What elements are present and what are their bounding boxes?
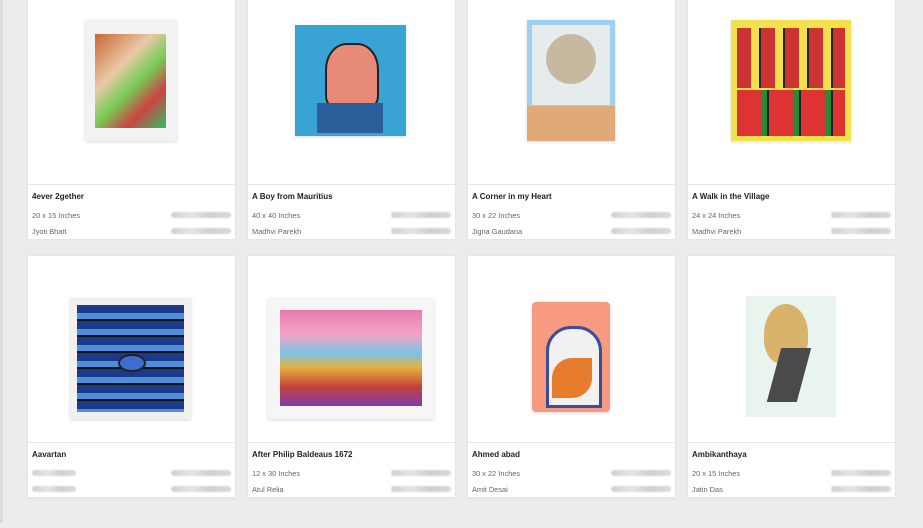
artwork-thumbnail-area[interactable] <box>688 0 895 185</box>
artwork-size: 20 x 15 Inches <box>32 210 81 220</box>
blurred-info <box>391 486 451 492</box>
artwork-title[interactable]: Ambikanthaya <box>692 449 891 465</box>
blurred-artist <box>32 486 76 492</box>
artist-name[interactable]: Jatin Das <box>692 485 723 494</box>
artwork-card[interactable]: A Walk in the Village 24 x 24 Inches Mad… <box>688 0 895 239</box>
artist-name[interactable]: Jigna Gaudana <box>472 227 522 236</box>
artwork-thumbnail-area[interactable] <box>688 256 895 443</box>
artwork-image[interactable] <box>85 20 177 141</box>
artwork-card[interactable]: A Boy from Mauritius 40 x 40 Inches Madh… <box>248 0 455 239</box>
artwork-image[interactable] <box>527 20 615 141</box>
artwork-grid: 4ever 2gether 20 x 15 Inches Jyoti Bhatt… <box>0 0 923 528</box>
artist-name[interactable]: Madhvi Parekh <box>692 227 741 236</box>
blurred-info <box>611 228 671 234</box>
artwork-size: 20 x 15 Inches <box>692 468 741 478</box>
blurred-price <box>611 212 671 218</box>
blurred-size <box>32 470 76 476</box>
artwork-size: 24 x 24 Inches <box>692 210 741 220</box>
artwork-image[interactable] <box>746 296 836 417</box>
artwork-card[interactable]: Aavartan <box>28 256 235 497</box>
artwork-image[interactable] <box>731 20 851 141</box>
artwork-title[interactable]: A Boy from Mauritius <box>252 191 451 207</box>
artwork-size: 12 x 30 Inches <box>252 468 301 478</box>
artist-name[interactable]: Jyoti Bhatt <box>32 227 67 236</box>
artist-name[interactable]: Amit Desai <box>472 485 508 494</box>
artwork-card[interactable]: A Corner in my Heart 30 x 22 Inches Jign… <box>468 0 675 239</box>
artwork-card[interactable]: After Philip Baldeaus 1672 12 x 30 Inche… <box>248 256 455 497</box>
blurred-info <box>831 228 891 234</box>
artwork-title[interactable]: Aavartan <box>32 449 231 465</box>
artwork-image[interactable] <box>295 25 406 136</box>
blurred-info <box>171 228 231 234</box>
artwork-image[interactable] <box>70 298 191 419</box>
artwork-thumbnail-area[interactable] <box>468 256 675 443</box>
artwork-card[interactable]: Ahmed abad 30 x 22 Inches Amit Desai <box>468 256 675 497</box>
blurred-info <box>831 486 891 492</box>
artist-name[interactable]: Atul Relia <box>252 485 284 494</box>
artwork-card[interactable]: Ambikanthaya 20 x 15 Inches Jatin Das <box>688 256 895 497</box>
artwork-thumbnail-area[interactable] <box>468 0 675 185</box>
blurred-price <box>391 470 451 476</box>
blurred-info <box>171 486 231 492</box>
blurred-price <box>831 212 891 218</box>
artwork-thumbnail-area[interactable] <box>248 0 455 185</box>
artwork-thumbnail-area[interactable] <box>28 256 235 443</box>
blurred-price <box>611 470 671 476</box>
artwork-image[interactable] <box>268 298 434 419</box>
artwork-thumbnail-area[interactable] <box>28 0 235 185</box>
artist-name[interactable]: Madhvi Parekh <box>252 227 301 236</box>
artwork-size: 30 x 22 Inches <box>472 468 521 478</box>
artwork-size: 40 x 40 Inches <box>252 210 301 220</box>
artwork-title[interactable]: 4ever 2gether <box>32 191 231 207</box>
blurred-info <box>391 228 451 234</box>
artwork-title[interactable]: A Corner in my Heart <box>472 191 671 207</box>
blurred-price <box>171 470 231 476</box>
blurred-price <box>171 212 231 218</box>
artwork-title[interactable]: After Philip Baldeaus 1672 <box>252 449 451 465</box>
blurred-info <box>611 486 671 492</box>
artwork-size: 30 x 22 Inches <box>472 210 521 220</box>
artwork-image[interactable] <box>532 302 610 412</box>
blurred-price <box>391 212 451 218</box>
artwork-thumbnail-area[interactable] <box>248 256 455 443</box>
blurred-price <box>831 470 891 476</box>
artwork-title[interactable]: A Walk in the Village <box>692 191 891 207</box>
artwork-title[interactable]: Ahmed abad <box>472 449 671 465</box>
artwork-card[interactable]: 4ever 2gether 20 x 15 Inches Jyoti Bhatt <box>28 0 235 239</box>
